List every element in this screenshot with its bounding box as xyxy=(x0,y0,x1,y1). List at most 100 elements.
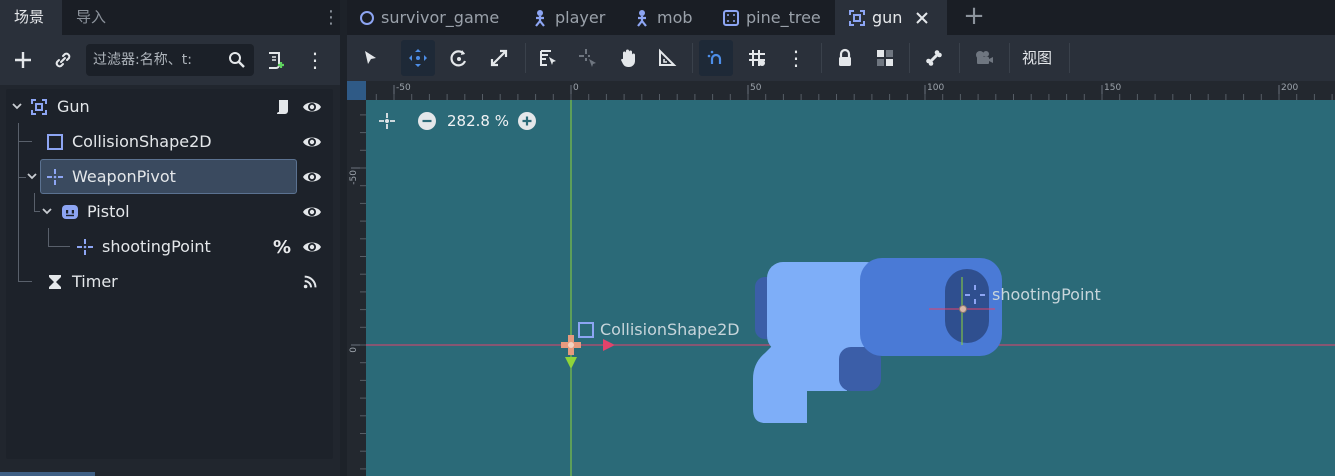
tree-row-weaponpivot[interactable]: WeaponPivot xyxy=(6,159,333,194)
group-icon[interactable] xyxy=(868,40,902,76)
close-icon[interactable] xyxy=(914,10,930,26)
zoom-level[interactable]: 282.8 % xyxy=(447,112,509,130)
tree-row-timer[interactable]: Timer xyxy=(6,264,333,299)
view-menu-button[interactable]: 视图 xyxy=(1022,40,1052,76)
character-body-icon xyxy=(637,9,647,27)
tab-mob[interactable]: mob xyxy=(633,0,693,35)
tree-label: WeaponPivot xyxy=(72,167,176,186)
filter-placeholder: 过滤器:名称、t: xyxy=(93,52,192,68)
separator xyxy=(909,43,910,73)
origin-move-gizmo xyxy=(561,335,615,369)
attach-script-icon[interactable] xyxy=(262,47,288,73)
instance-link-icon[interactable] xyxy=(50,47,76,73)
separator xyxy=(959,43,960,73)
node2d-icon xyxy=(45,167,65,187)
tab-import[interactable]: 导入 xyxy=(62,0,132,35)
tree-row-pistol[interactable]: Pistol xyxy=(6,194,333,229)
tab-survivor-game[interactable]: survivor_game xyxy=(359,0,499,35)
rotate-mode-icon[interactable] xyxy=(442,40,476,76)
pistol-sprite xyxy=(753,258,1002,423)
dock-menu-icon[interactable]: ⋮ xyxy=(322,6,340,30)
separator xyxy=(692,43,693,73)
snap-options-icon[interactable]: ⋮ xyxy=(779,40,813,76)
scene-tree: Gun CollisionShape2D WeaponPivot Pistol … xyxy=(6,89,333,459)
ruler-label: 200 xyxy=(1281,83,1299,93)
ruler-horizontal: -50 0 50 100 150 200 xyxy=(347,81,1335,100)
tree-row-shootingpoint[interactable]: shootingPoint % xyxy=(6,229,333,264)
filter-input[interactable]: 过滤器:名称、t: xyxy=(86,44,254,76)
ruler-label: 0 xyxy=(349,347,359,353)
area2d-icon xyxy=(29,97,49,117)
shooting-point-label: shootingPoint xyxy=(992,285,1101,304)
select-mode-icon[interactable] xyxy=(353,40,387,76)
pan-hand-icon[interactable] xyxy=(611,40,645,76)
move-mode-icon[interactable] xyxy=(401,40,435,76)
lock-icon[interactable] xyxy=(828,40,862,76)
zoom-out-icon[interactable] xyxy=(417,111,437,131)
dock-tabs: 场景 导入 ⋮ xyxy=(0,0,340,35)
zoom-in-icon[interactable] xyxy=(517,111,537,131)
ruler-label: 0 xyxy=(573,83,579,93)
marker2d-icon xyxy=(75,237,95,257)
canvas-viewport[interactable]: CollisionShape2D shootingPoint -50 0 50 … xyxy=(347,81,1335,476)
add-node-icon[interactable] xyxy=(10,47,36,73)
collision-shape-icon xyxy=(578,322,594,338)
tab-label: pine_tree xyxy=(746,8,821,27)
chevron-down-icon[interactable] xyxy=(11,100,23,112)
tree-row-collisionshape2d[interactable]: CollisionShape2D xyxy=(6,124,333,159)
tree-row-gun[interactable]: Gun xyxy=(6,89,333,124)
area2d-icon xyxy=(849,9,865,26)
ruler-label: 50 xyxy=(750,83,762,93)
ruler-label: 100 xyxy=(927,83,945,93)
tree-label: Pistol xyxy=(87,202,130,221)
pivot-mode-icon[interactable] xyxy=(571,40,605,76)
timer-hourglass-icon xyxy=(45,272,65,292)
ruler-label: -50 xyxy=(396,83,411,93)
search-icon xyxy=(229,52,245,68)
add-tab-icon[interactable]: + xyxy=(961,3,987,30)
camera-override-icon[interactable] xyxy=(967,40,1001,76)
node-circle-icon xyxy=(360,10,374,25)
tab-label: mob xyxy=(657,8,693,27)
visibility-eye-icon[interactable] xyxy=(302,203,322,221)
tab-label: player xyxy=(555,8,606,27)
ruler-mode-icon[interactable] xyxy=(650,40,684,76)
visibility-eye-icon[interactable] xyxy=(302,238,322,256)
chevron-down-icon[interactable] xyxy=(41,205,53,217)
tab-gun[interactable]: gun xyxy=(835,0,947,35)
viewport-drawing xyxy=(347,81,1335,476)
list-select-icon[interactable] xyxy=(531,40,565,76)
collision-shape-label: CollisionShape2D xyxy=(600,320,740,339)
ruler-label: -50 xyxy=(349,170,359,185)
scene-tabs: survivor_game player mob pine_tree gun + xyxy=(347,0,1335,35)
godot-editor: 场景 导入 ⋮ 过滤器:名称、t: ⋮ Gun CollisionShape2D… xyxy=(0,0,1335,476)
signal-connections-icon[interactable] xyxy=(302,273,320,291)
visibility-eye-icon[interactable] xyxy=(302,133,322,151)
center-view-icon[interactable] xyxy=(377,111,397,131)
scene-toolbar: 过滤器:名称、t: ⋮ xyxy=(0,35,340,85)
scene-menu-icon[interactable]: ⋮ xyxy=(302,47,328,73)
tab-pine-tree[interactable]: pine_tree xyxy=(722,0,821,35)
visibility-eye-icon[interactable] xyxy=(302,168,322,186)
sprite2d-icon xyxy=(60,202,80,222)
chevron-down-icon[interactable] xyxy=(26,170,38,182)
grid-snap-icon[interactable] xyxy=(740,40,774,76)
separator xyxy=(821,43,822,73)
zoom-controls: 282.8 % xyxy=(377,109,537,133)
unique-name-icon[interactable]: % xyxy=(272,237,292,258)
script-icon[interactable] xyxy=(272,97,292,117)
skeleton-bone-icon[interactable] xyxy=(917,40,951,76)
pivot-gizmo xyxy=(959,305,967,313)
tab-label: gun xyxy=(872,8,903,27)
tree-label: shootingPoint xyxy=(102,237,211,256)
ruler-label: 150 xyxy=(1104,83,1122,93)
viewport-toolbar: ⋮ 视图 xyxy=(347,35,1335,81)
tab-scene[interactable]: 场景 xyxy=(0,0,62,35)
tab-player[interactable]: player xyxy=(531,0,605,35)
visibility-eye-icon[interactable] xyxy=(302,98,322,116)
smart-snap-icon[interactable] xyxy=(699,40,733,76)
tree-label: CollisionShape2D xyxy=(72,132,212,151)
scene-dock: 场景 导入 ⋮ 过滤器:名称、t: ⋮ Gun CollisionShape2D… xyxy=(0,0,340,476)
scale-mode-icon[interactable] xyxy=(482,40,516,76)
separator xyxy=(525,43,526,73)
